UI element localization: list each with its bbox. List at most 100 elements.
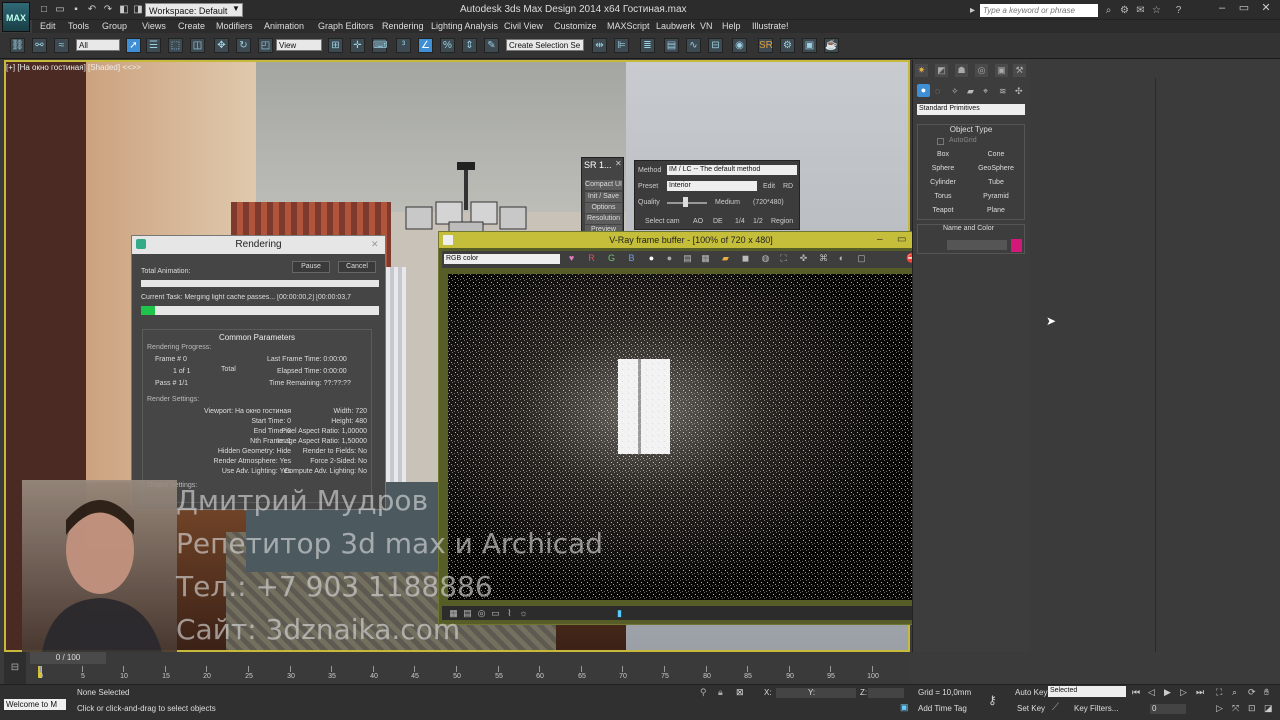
key-set-dropdown[interactable]: Selected bbox=[1048, 686, 1126, 697]
layer-manager-icon[interactable]: ≣ bbox=[640, 38, 655, 53]
menu-lighting-analysis[interactable]: Lighting Analysis bbox=[431, 20, 498, 33]
undo-icon[interactable]: ↶ bbox=[86, 4, 98, 16]
object-color-swatch[interactable] bbox=[1011, 239, 1022, 252]
minimize-icon[interactable]: – bbox=[877, 234, 883, 245]
half-button[interactable]: 1/2 bbox=[753, 218, 763, 225]
add-time-tag[interactable]: Add Time Tag bbox=[918, 704, 967, 713]
autogrid-checkbox[interactable] bbox=[937, 138, 944, 145]
auto-key-button[interactable]: Auto Key bbox=[1015, 688, 1047, 697]
x-field[interactable] bbox=[776, 688, 824, 698]
menu-graph-editors[interactable]: Graph Editors bbox=[318, 20, 374, 33]
cone-button[interactable]: Cone bbox=[972, 149, 1020, 160]
resolution-button[interactable]: Resolution bbox=[585, 214, 622, 224]
box-button[interactable]: Box bbox=[919, 149, 967, 160]
zoom-icon[interactable]: ⌕ bbox=[1232, 687, 1237, 698]
geometry-icon[interactable]: ● bbox=[917, 84, 930, 97]
menu-create[interactable]: Create bbox=[178, 20, 205, 33]
angle-snap-icon[interactable]: ∠ bbox=[418, 38, 433, 53]
menu-animation[interactable]: Animation bbox=[264, 20, 304, 33]
go-to-start-icon[interactable]: ⏮ bbox=[1132, 687, 1140, 698]
menu-help[interactable]: Help bbox=[722, 20, 741, 33]
common-parameters-title[interactable]: Common Parameters bbox=[143, 333, 371, 342]
selection-filter-dropdown[interactable]: All bbox=[76, 39, 120, 51]
mono-icon[interactable]: ● bbox=[664, 253, 675, 264]
category-dropdown[interactable]: Standard Primitives bbox=[917, 104, 1025, 115]
move-icon[interactable]: ✥ bbox=[214, 38, 229, 53]
menu-tools[interactable]: Tools bbox=[68, 20, 89, 33]
systems-icon[interactable]: ✣ bbox=[1015, 86, 1023, 97]
hold-icon[interactable]: ◧ bbox=[118, 4, 130, 16]
open-file-icon[interactable]: ▭ bbox=[54, 4, 66, 16]
close-icon[interactable]: ✕ bbox=[371, 239, 379, 250]
sphere-button[interactable]: Sphere bbox=[919, 163, 967, 174]
rendered-frame-window-icon[interactable]: ▣ bbox=[802, 38, 817, 53]
bind-spacewarp-icon[interactable]: ≈ bbox=[54, 38, 69, 53]
compare-icon[interactable]: ▤ bbox=[462, 608, 473, 619]
save-image-icon[interactable]: ▤ bbox=[682, 253, 693, 264]
workspace-dropdown[interactable]: Workspace: Default bbox=[145, 3, 243, 17]
open-folder-icon[interactable]: ▰ bbox=[720, 253, 731, 264]
options-button[interactable]: Options bbox=[585, 203, 622, 213]
green-channel-button[interactable]: G bbox=[606, 253, 617, 264]
link-to-render-icon[interactable]: ⌘ bbox=[818, 253, 829, 264]
menu-laubwerk[interactable]: Laubwerk bbox=[656, 20, 695, 33]
play-icon[interactable]: ▶ bbox=[1164, 687, 1171, 698]
clear-image-icon[interactable]: ◼ bbox=[740, 253, 751, 264]
menu-edit[interactable]: Edit bbox=[40, 20, 56, 33]
key-filters-button[interactable]: Key Filters... bbox=[1074, 704, 1118, 713]
edit-named-selection-icon[interactable]: ✎ bbox=[484, 38, 499, 53]
current-frame-field[interactable]: 0 bbox=[1150, 704, 1186, 714]
absolute-mode-icon[interactable]: ⊠ bbox=[736, 687, 744, 698]
maximize-icon[interactable]: ▭ bbox=[1236, 1, 1252, 15]
object-type-title[interactable]: Object Type bbox=[917, 125, 1025, 134]
menu-views[interactable]: Views bbox=[142, 20, 166, 33]
method-dropdown[interactable]: IM / LC -- The default method bbox=[667, 165, 797, 175]
de-button[interactable]: DE bbox=[713, 218, 723, 225]
minimize-icon[interactable]: – bbox=[1214, 1, 1230, 15]
select-by-name-icon[interactable]: ☰ bbox=[146, 38, 161, 53]
lut-icon[interactable]: ▢ bbox=[856, 253, 867, 264]
teapot-button[interactable]: Teapot bbox=[919, 205, 967, 216]
save-channel-icon[interactable]: ♥ bbox=[566, 253, 577, 264]
srgb-icon[interactable]: ▮ bbox=[614, 608, 625, 619]
object-name-field[interactable] bbox=[947, 240, 1007, 250]
y-field[interactable] bbox=[820, 688, 856, 698]
align-icon[interactable]: ⊫ bbox=[614, 38, 629, 53]
edit-button[interactable]: Edit bbox=[763, 183, 775, 190]
field-of-view-icon[interactable]: ▷ bbox=[1216, 703, 1223, 714]
key-mode-icon[interactable]: ⚷ bbox=[988, 693, 997, 707]
snaps-toggle-icon[interactable]: ³ bbox=[396, 38, 411, 53]
help-icon[interactable]: ? bbox=[1173, 5, 1184, 16]
material-editor-icon[interactable]: ◉ bbox=[732, 38, 747, 53]
search-input[interactable] bbox=[980, 4, 1098, 17]
isolate-icon[interactable]: ⚲ bbox=[700, 687, 707, 698]
quarter-button[interactable]: 1/4 bbox=[735, 218, 745, 225]
menu-customize[interactable]: Customize bbox=[554, 20, 597, 33]
lock-selection-icon[interactable]: 🔒︎ bbox=[718, 687, 723, 698]
link-icon[interactable]: ⛓ bbox=[10, 38, 25, 53]
levels-icon[interactable]: ▭ bbox=[490, 608, 501, 619]
select-object-icon[interactable]: ➚ bbox=[126, 38, 141, 53]
menu-group[interactable]: Group bbox=[102, 20, 127, 33]
modify-tab-icon[interactable]: ◩ bbox=[935, 64, 948, 77]
rectangular-selection-icon[interactable]: ⬚ bbox=[168, 38, 183, 53]
render-production-icon[interactable]: ☕ bbox=[824, 38, 839, 53]
compact-ui-button[interactable]: Compact UI bbox=[585, 180, 622, 190]
lights-icon[interactable]: ✧ bbox=[951, 86, 959, 97]
zoom-extents-icon[interactable]: ⛶ bbox=[1216, 687, 1222, 698]
menu-modifiers[interactable]: Modifiers bbox=[216, 20, 253, 33]
region-button[interactable]: Region bbox=[771, 218, 793, 225]
spacewarps-icon[interactable]: ≋ bbox=[999, 86, 1007, 97]
init-save-button[interactable]: Init / Save bbox=[585, 192, 622, 202]
follow-mouse-icon[interactable]: ✜ bbox=[798, 253, 809, 264]
go-to-end-icon[interactable]: ⏭ bbox=[1196, 687, 1204, 698]
spinner-snap-icon[interactable]: ⇕ bbox=[462, 38, 477, 53]
load-image-icon[interactable]: ▦ bbox=[700, 253, 711, 264]
maximize-icon[interactable]: ▭ bbox=[897, 234, 906, 245]
pause-button[interactable]: Pause bbox=[292, 261, 330, 273]
select-cam-button[interactable]: Select cam bbox=[645, 218, 680, 225]
timeline-toggle-icon[interactable]: ⊟ bbox=[4, 652, 26, 684]
rotate-icon[interactable]: ↻ bbox=[236, 38, 251, 53]
close-icon[interactable]: ✕ bbox=[615, 159, 623, 168]
mirror-icon[interactable]: ⇹ bbox=[592, 38, 607, 53]
